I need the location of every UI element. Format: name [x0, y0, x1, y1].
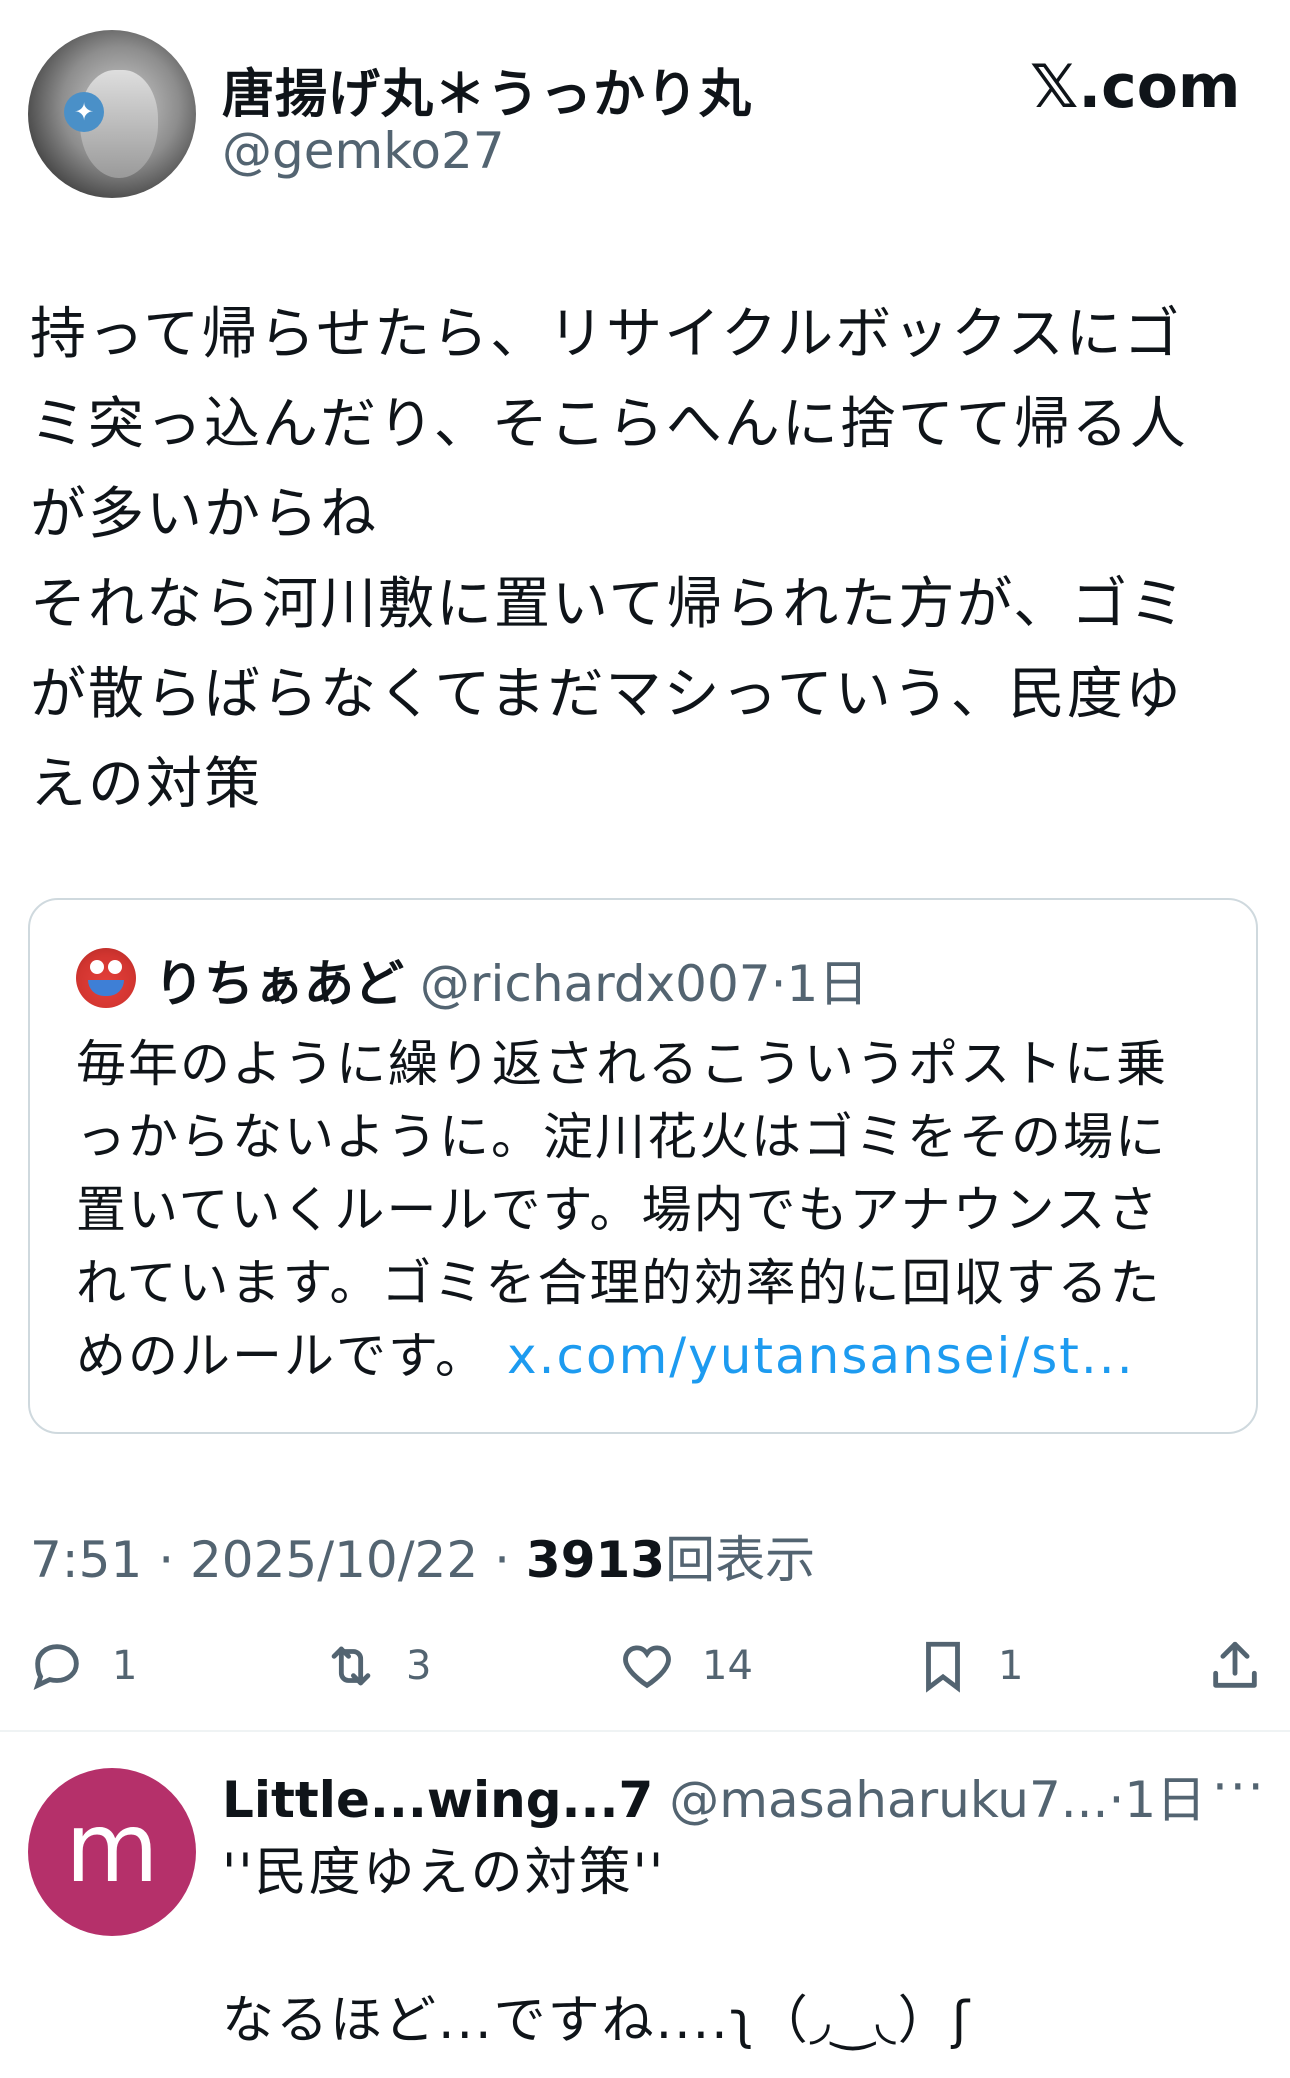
reply-author-handle[interactable]: @masaharuku7... [669, 1771, 1108, 1829]
quoted-author-handle: @richardx007 [419, 955, 771, 1013]
more-options-icon[interactable]: ··· [1212, 1758, 1266, 1816]
reply-text: ''民度ゆえの対策'' なるほど...ですね....ʅ（◞‿◟）ʃ [222, 1843, 972, 2051]
bookmark-icon [926, 1641, 960, 1693]
share-icon [1213, 1641, 1257, 1688]
repost-button[interactable]: 3 [322, 1634, 431, 1698]
reply-count: 1 [112, 1643, 138, 1689]
divider [0, 1730, 1290, 1732]
quoted-post-header: りちぁあど @richardx007·1日 [154, 944, 868, 1016]
bookmark-count: 1 [998, 1643, 1024, 1689]
avatar-eye [108, 960, 122, 974]
quoted-text-line: っからないように。淀川花火はゴミをその場に [76, 1108, 1167, 1166]
repost-count: 3 [406, 1643, 432, 1689]
reply-age: 1日 [1124, 1771, 1207, 1829]
x-logo: 𝕏.com [1030, 52, 1241, 122]
reply-header: Little...wing...7 @masaharuku7...·1日 [222, 1760, 1206, 1832]
avatar-mouth [88, 980, 124, 996]
quoted-text-line: 置いていくルールです。場内でもアナウンスさ [76, 1181, 1160, 1239]
separator-dot: · [770, 955, 787, 1013]
quoted-text-line: めのルールです。 x.com/yutansansei/st... [76, 1320, 1236, 1393]
heart-icon [623, 1645, 671, 1689]
views-label: 回表示 [665, 1531, 816, 1589]
separator-dot: · [494, 1531, 510, 1589]
post-time[interactable]: 7:51 [30, 1531, 142, 1589]
repost-icon [331, 1646, 371, 1686]
like-button[interactable]: 14 [618, 1634, 753, 1698]
post-timestamp: 7:51 · 2025/10/22 · 3913回表示 [30, 1520, 815, 1592]
reply-icon [33, 1644, 79, 1690]
separator-dot: · [1108, 1771, 1125, 1829]
reply-author-avatar[interactable]: m [28, 1768, 196, 1936]
avatar-eye [90, 960, 104, 974]
tweet-text: 持って帰らせたら、リサイクルボックスにゴ ミ突っ込んだり、そこらへんに捨てて帰る… [30, 302, 1188, 817]
quoted-author-name: りちぁあど [154, 955, 404, 1013]
quoted-link[interactable]: x.com/yutansansei/st... [507, 1327, 1135, 1385]
reply-author-name[interactable]: Little...wing...7 [222, 1771, 653, 1829]
quoted-text-line: 毎年のように繰り返されるこういうポストに乗 [76, 1035, 1168, 1093]
bookmark-button[interactable]: 1 [914, 1634, 1023, 1698]
post-date[interactable]: 2025/10/22 [190, 1531, 478, 1589]
like-count: 14 [702, 1643, 753, 1689]
quoted-text-line: れています。ゴミを合理的効率的に回収するた [76, 1254, 1162, 1312]
share-button[interactable] [1206, 1634, 1264, 1698]
author-handle[interactable]: @gemko27 [222, 122, 505, 180]
author-name[interactable]: 唐揚げ丸＊うっかり丸 [222, 52, 752, 127]
quoted-post-age: 1日 [786, 955, 869, 1013]
quoted-author-avatar [76, 948, 136, 1008]
quoted-post-text: 毎年のように繰り返されるこういうポストに乗 っからないように。淀川花火はゴミをそ… [76, 1028, 1236, 1393]
reply-button[interactable]: 1 [28, 1634, 137, 1698]
separator-dot: · [158, 1531, 175, 1589]
quoted-text-line-end: めのルールです。 [76, 1327, 487, 1385]
bird-icon: ✦ [64, 92, 104, 132]
author-avatar[interactable]: ✦ [28, 30, 196, 198]
views-count: 3913 [525, 1531, 666, 1589]
